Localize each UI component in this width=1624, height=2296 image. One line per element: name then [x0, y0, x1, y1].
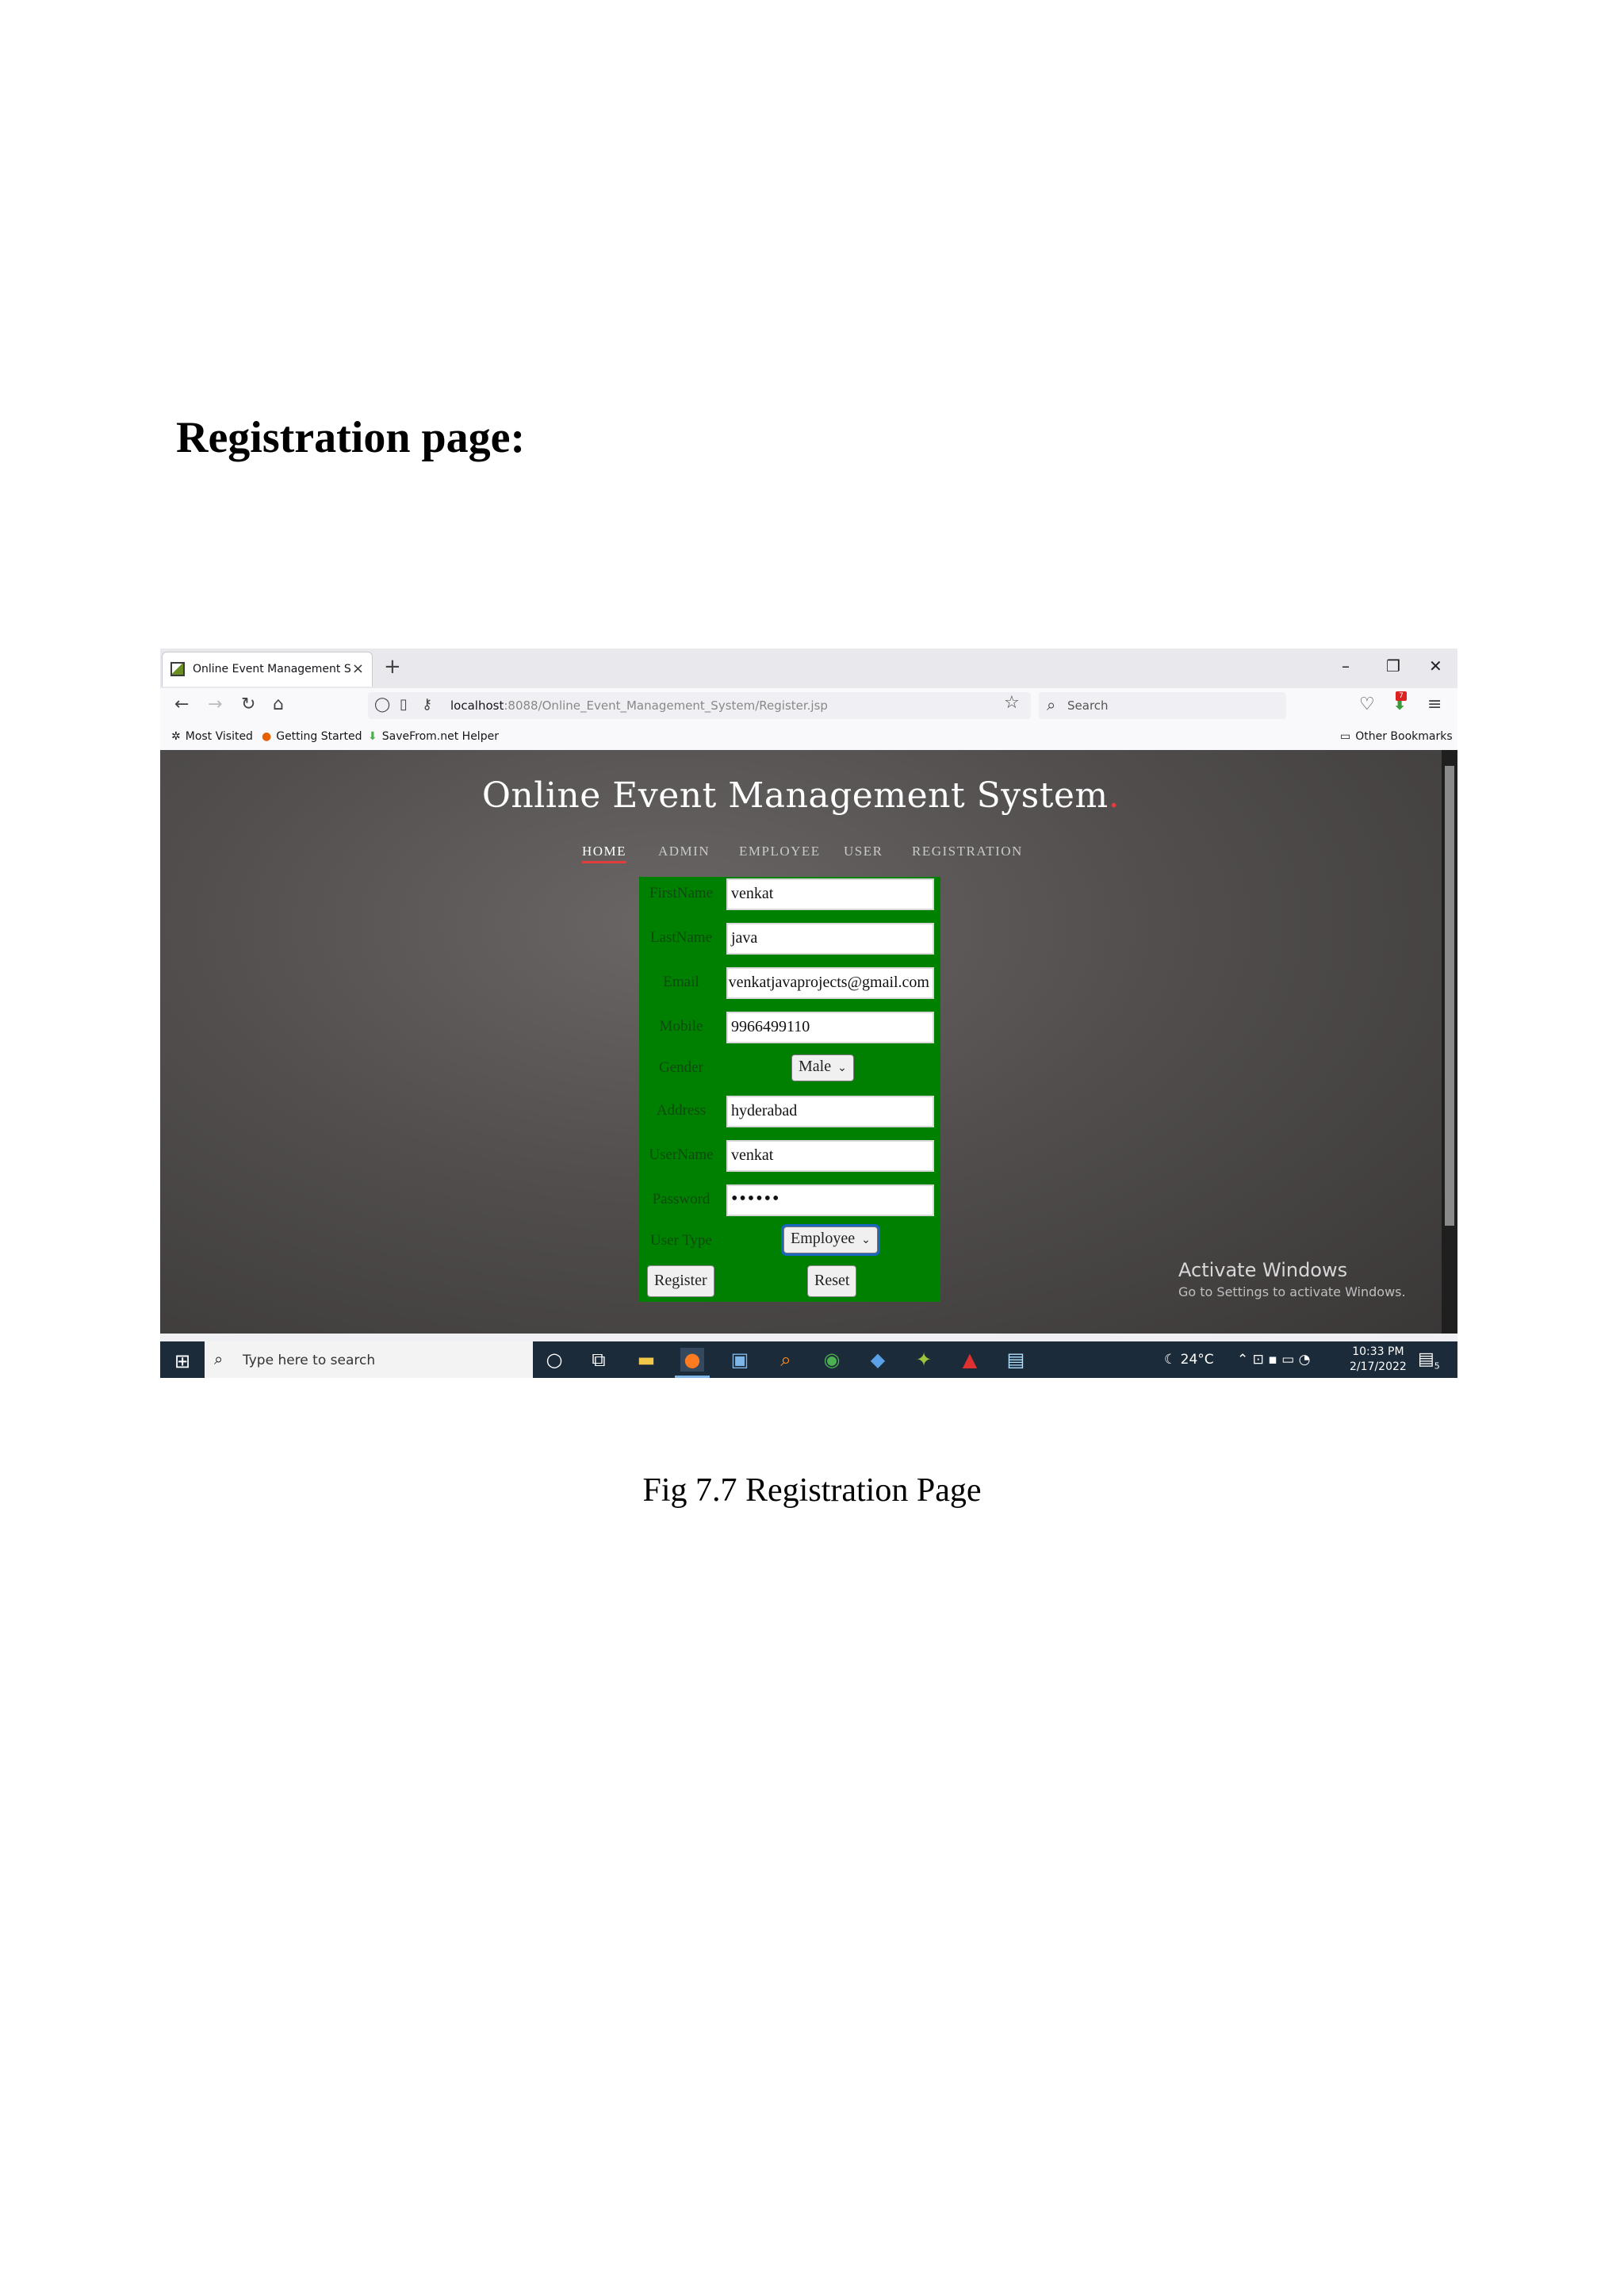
username-label: UserName: [649, 1146, 714, 1163]
notification-icon[interactable]: ▤5: [1418, 1349, 1440, 1371]
chevron-down-icon: ⌄: [837, 1062, 847, 1074]
close-window-button[interactable]: ✕: [1429, 656, 1442, 675]
nav-user[interactable]: USER: [844, 844, 883, 859]
weather-widget[interactable]: ☾ 24°C: [1164, 1352, 1214, 1368]
nav-home[interactable]: HOME: [582, 844, 627, 863]
document-heading: Registration page:: [176, 413, 526, 462]
magnifier-icon[interactable]: ⌕: [774, 1348, 798, 1372]
gender-select[interactable]: Male ⌄: [791, 1054, 854, 1081]
tab-strip: Online Event Management Syst × + – ❐ ✕: [160, 649, 1457, 688]
password-label: Password: [652, 1191, 710, 1207]
page-scrollbar[interactable]: [1442, 750, 1457, 1334]
taskbar-search-placeholder: Type here to search: [243, 1353, 376, 1368]
figure-caption: Fig 7.7 Registration Page: [642, 1472, 982, 1509]
navigation-bar: ← → ↻ ⌂ ◯ ▯ ⚷ localhost:8088/Online_Even…: [160, 688, 1457, 723]
store-icon[interactable]: ▣: [728, 1348, 752, 1372]
bookmark-star-icon[interactable]: ☆: [1004, 693, 1020, 713]
bookmark-most-visited[interactable]: ✲ Most Visited: [171, 730, 253, 743]
minimize-button[interactable]: –: [1342, 656, 1350, 675]
search-icon: ⌕: [1047, 695, 1056, 714]
editor-icon[interactable]: ▤: [1004, 1348, 1028, 1372]
extension-badge: 7: [1396, 691, 1407, 701]
home-icon[interactable]: ⌂: [273, 695, 284, 714]
last-name-input[interactable]: java: [726, 923, 934, 955]
reload-icon[interactable]: ↻: [241, 695, 255, 714]
chevron-down-icon: ⌄: [861, 1234, 871, 1246]
reset-button[interactable]: Reset: [807, 1265, 857, 1297]
acrobat-icon[interactable]: ▲: [958, 1348, 982, 1372]
browser-tab[interactable]: Online Event Management Syst ×: [162, 652, 373, 687]
email-input[interactable]: venkatjavaprojects@gmail.com: [726, 967, 934, 999]
firefox-icon: ●: [262, 730, 272, 743]
browser-search-field[interactable]: ⌕ Search: [1039, 692, 1286, 719]
gear-icon: ✲: [171, 730, 181, 743]
username-input[interactable]: venkat: [726, 1140, 934, 1172]
first-name-label: FirstName: [649, 885, 714, 901]
bookmark-savefrom[interactable]: ⬇ SaveFrom.net Helper: [368, 730, 499, 743]
back-arrow-icon[interactable]: ←: [174, 695, 189, 714]
first-name-input[interactable]: venkat: [726, 878, 934, 910]
windows-start-icon[interactable]: ⊞: [174, 1350, 190, 1372]
address-input[interactable]: hyderabad: [726, 1096, 934, 1127]
chrome-icon[interactable]: ◉: [820, 1348, 844, 1372]
bookmarks-bar: ✲ Most Visited ● Getting Started ⬇ SaveFrom…: [160, 723, 1457, 751]
gender-label: Gender: [659, 1059, 703, 1076]
activate-windows-watermark: Activate Windows Go to Settings to activ…: [1178, 1259, 1406, 1299]
browser-screenshot: Online Event Management Syst × + – ❐ ✕ ←…: [160, 649, 1457, 1378]
forward-arrow-icon[interactable]: →: [208, 695, 222, 714]
close-tab-icon[interactable]: ×: [352, 660, 364, 677]
mobile-label: Mobile: [659, 1018, 703, 1035]
search-icon: ⌕: [214, 1349, 224, 1368]
nav-employee[interactable]: EMPLOYEE: [739, 844, 821, 859]
restore-button[interactable]: ❐: [1386, 656, 1400, 675]
page-info-icon[interactable]: ▯: [400, 696, 408, 713]
download-icon: ⬇: [368, 730, 377, 743]
nav-admin[interactable]: ADMIN: [658, 844, 710, 859]
page-viewport: Online Event Management System. HOME ADM…: [160, 750, 1442, 1334]
menu-icon[interactable]: ≡: [1427, 695, 1442, 714]
last-name-label: LastName: [649, 929, 713, 946]
register-button[interactable]: Register: [647, 1265, 714, 1297]
new-tab-button[interactable]: +: [384, 655, 401, 679]
tray-icons[interactable]: ⌃ ⊡ ▪ ▭ ◔: [1237, 1352, 1311, 1368]
address-label: Address: [656, 1102, 707, 1119]
pocket-icon[interactable]: ♡: [1359, 695, 1375, 714]
file-explorer-icon[interactable]: ▬: [634, 1348, 658, 1372]
virtualbox-icon[interactable]: ◆: [866, 1348, 890, 1372]
mobile-input[interactable]: 9966499110: [726, 1012, 934, 1043]
site-title: Online Event Management System.: [481, 775, 1120, 816]
nav-registration[interactable]: REGISTRATION: [912, 844, 1023, 859]
task-view-icon[interactable]: ⧉: [587, 1348, 611, 1372]
url-text: localhost:8088/Online_Event_Management_S…: [450, 698, 828, 713]
user-type-select[interactable]: Employee ⌄: [781, 1224, 880, 1256]
user-type-label: User Type: [650, 1232, 712, 1249]
app-icon[interactable]: ✦: [912, 1348, 936, 1372]
page-favicon-icon: [170, 662, 185, 676]
bookmark-getting-started[interactable]: ● Getting Started: [262, 730, 362, 743]
search-placeholder: Search: [1067, 698, 1109, 713]
cortana-icon[interactable]: ○: [542, 1348, 566, 1372]
email-label: Email: [663, 974, 699, 990]
other-bookmarks[interactable]: ▭ Other Bookmarks: [1340, 730, 1453, 743]
shield-icon[interactable]: ◯: [374, 696, 390, 713]
registration-form: FirstName venkat LastName java Email ven…: [639, 877, 940, 1302]
windows-taskbar: ⊞ ⌕ Type here to search ○ ⧉ ▬ ● ▣ ⌕ ◉ ◆ …: [160, 1341, 1457, 1378]
clock[interactable]: 10:33 PM 2/17/2022: [1350, 1345, 1407, 1375]
key-icon[interactable]: ⚷: [422, 696, 432, 713]
taskbar-search[interactable]: ⌕ Type here to search: [205, 1341, 533, 1378]
active-app-indicator: [675, 1376, 710, 1378]
scroll-thumb[interactable]: [1445, 766, 1454, 1226]
address-bar[interactable]: ◯ ▯ ⚷ localhost:8088/Online_Event_Manage…: [368, 692, 1031, 719]
moon-icon: ☾: [1164, 1352, 1177, 1368]
tab-title: Online Event Management Syst: [193, 663, 351, 675]
folder-icon: ▭: [1340, 730, 1351, 743]
password-input[interactable]: ••••••: [726, 1184, 934, 1216]
firefox-icon[interactable]: ●: [680, 1348, 704, 1372]
